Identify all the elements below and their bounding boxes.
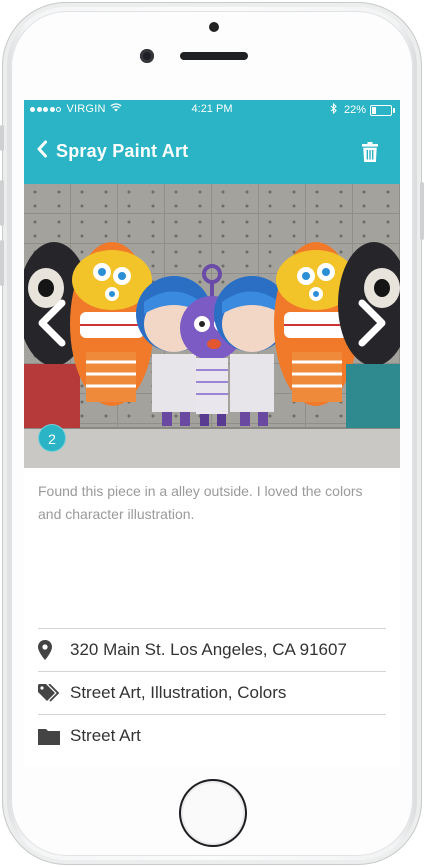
tags-text: Street Art, Illustration, Colors	[70, 683, 287, 702]
description-text: Found this piece in a alley outside. I l…	[38, 483, 363, 522]
mural-image	[24, 184, 400, 468]
chevron-left-icon	[34, 299, 68, 351]
mute-switch	[0, 125, 4, 151]
volume-up-button	[0, 180, 4, 226]
status-bar: VIRGIN 4:21 PM 22%	[24, 100, 400, 120]
details-list: 320 Main St. Los Angeles, CA 91607 Stree…	[38, 628, 386, 757]
page-title: Spray Paint Art	[56, 141, 189, 161]
folder-row[interactable]: Street Art	[38, 714, 386, 757]
address-text: 320 Main St. Los Angeles, CA 91607	[70, 640, 347, 659]
back-button[interactable]: Spray Paint Art	[36, 140, 188, 163]
front-camera	[140, 49, 154, 63]
status-right: 22%	[330, 102, 395, 117]
battery-icon	[370, 104, 395, 116]
power-button	[420, 182, 424, 240]
screen: VIRGIN 4:21 PM 22% Spray Paint Art 2 Fou…	[24, 100, 400, 767]
volume-down-button	[0, 240, 4, 286]
chevron-left-icon	[36, 140, 48, 163]
tag-icon	[38, 684, 70, 702]
location-pin-icon	[38, 640, 70, 660]
battery-nub	[393, 107, 395, 113]
home-button[interactable]	[179, 779, 247, 847]
delete-button[interactable]	[362, 142, 378, 167]
tags-row[interactable]: Street Art, Illustration, Colors	[38, 671, 386, 714]
proximity-sensor	[209, 22, 219, 32]
trash-icon	[362, 142, 378, 166]
graffiti-photo[interactable]: 2	[24, 184, 400, 468]
earpiece-speaker	[180, 52, 248, 60]
battery-fill	[372, 106, 376, 114]
previous-photo-button[interactable]	[34, 299, 68, 352]
chevron-right-icon	[356, 299, 390, 351]
nav-bar: Spray Paint Art	[24, 120, 400, 184]
next-photo-button[interactable]	[356, 299, 390, 352]
folder-text: Street Art	[70, 726, 141, 745]
folder-icon	[38, 728, 70, 745]
photo-index-badge: 2	[38, 424, 66, 452]
bluetooth-icon	[330, 102, 338, 117]
battery-percent: 22%	[343, 104, 366, 116]
address-row[interactable]: 320 Main St. Los Angeles, CA 91607	[38, 628, 386, 671]
